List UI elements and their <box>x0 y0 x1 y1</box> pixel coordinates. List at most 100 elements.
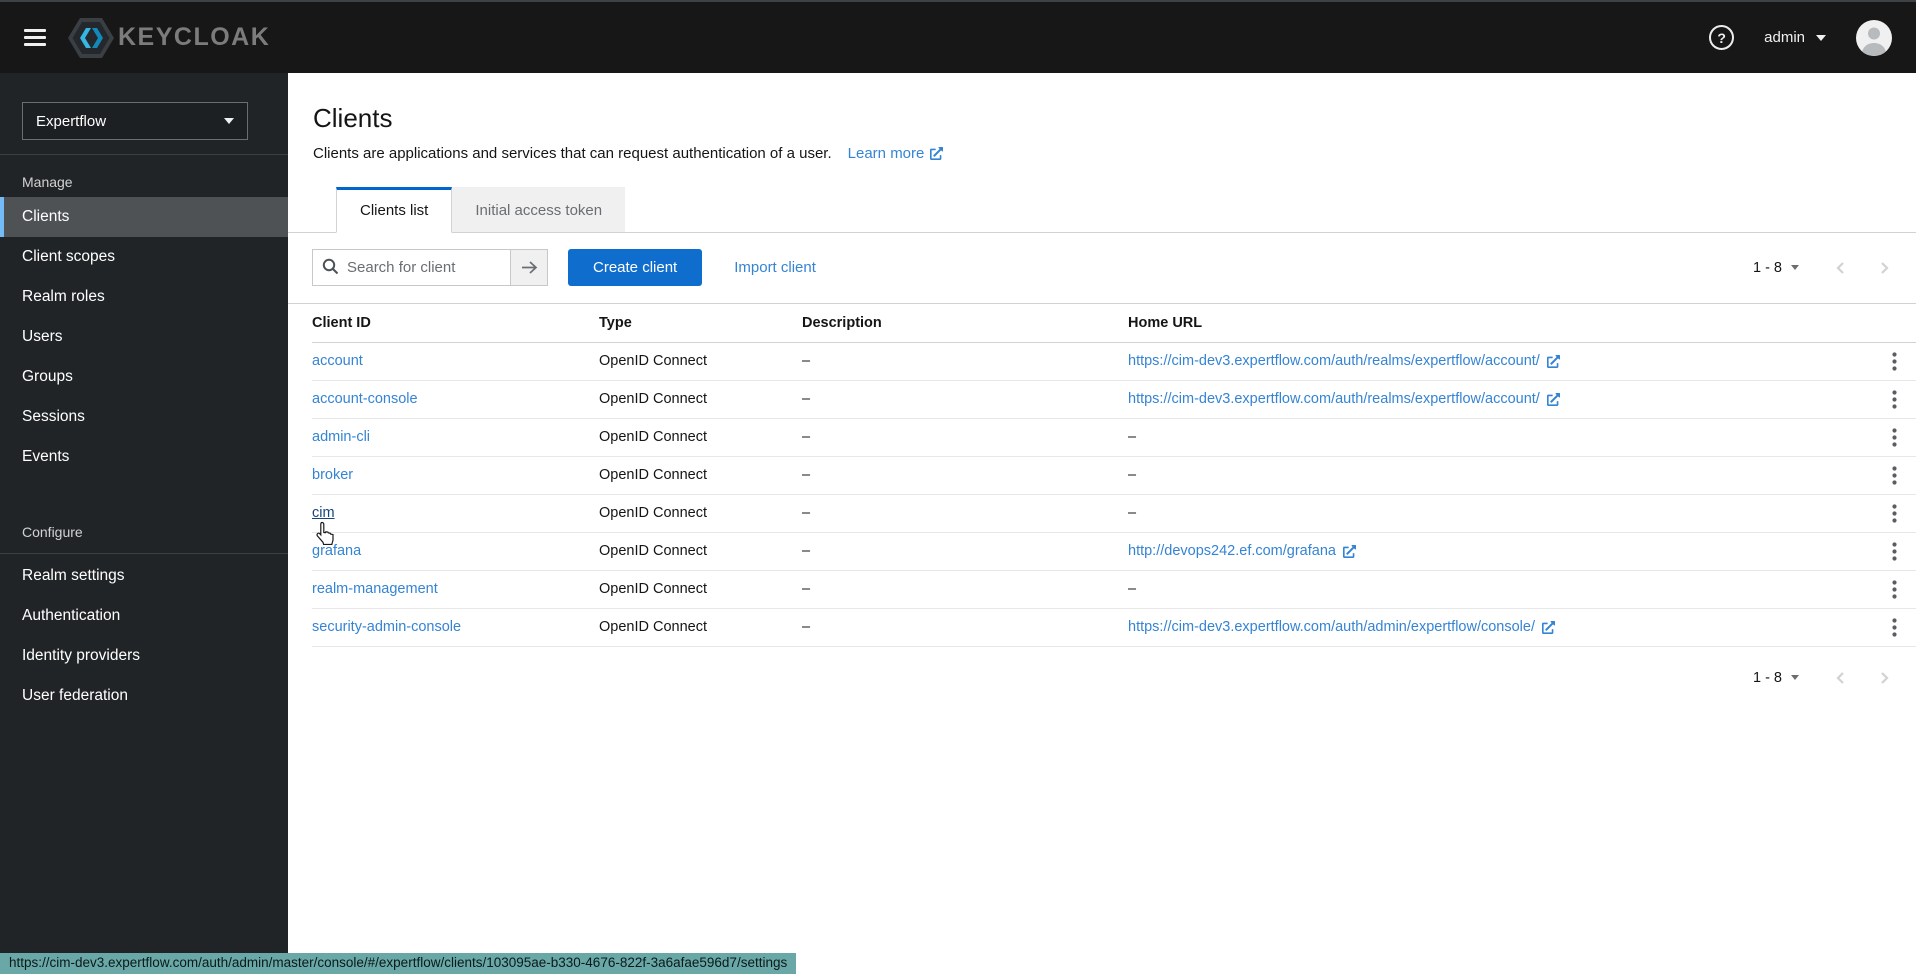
row-actions-kebab-button[interactable] <box>1872 428 1916 447</box>
create-client-button[interactable]: Create client <box>568 249 702 286</box>
kebab-menu-icon <box>1892 352 1897 371</box>
client-description: – <box>802 456 1128 494</box>
search-submit-button[interactable] <box>511 249 548 286</box>
client-description: – <box>802 342 1128 380</box>
client-id-link[interactable]: cim <box>312 505 335 521</box>
chevron-right-icon[interactable] <box>1877 670 1892 686</box>
client-id-link[interactable]: grafana <box>312 543 361 559</box>
search-icon <box>322 258 339 275</box>
sidebar-item-users[interactable]: Users <box>0 317 288 357</box>
external-link-icon <box>1343 545 1356 558</box>
client-type: OpenID Connect <box>599 342 802 380</box>
search-input[interactable] <box>312 249 511 286</box>
table-row: security-admin-console OpenID Connect–htt… <box>312 608 1916 646</box>
table-row: brokerOpenID Connect–– <box>312 456 1916 494</box>
external-link-icon <box>1547 355 1560 368</box>
column-header-actions <box>1872 304 1916 342</box>
client-id-link[interactable]: broker <box>312 467 353 483</box>
client-type: OpenID Connect <box>599 380 802 418</box>
chevron-right-icon[interactable] <box>1877 260 1892 276</box>
client-description: – <box>802 494 1128 532</box>
sidebar-item-events[interactable]: Events <box>0 437 288 477</box>
main-content: Clients Clients are applications and ser… <box>288 73 1916 972</box>
client-description: – <box>802 532 1128 570</box>
masthead: KEYCLOAK ? admin <box>0 0 1916 73</box>
client-type: OpenID Connect <box>599 608 802 646</box>
client-id-link[interactable]: security-admin-console <box>312 619 461 635</box>
row-actions-kebab-button[interactable] <box>1872 504 1916 523</box>
home-url-empty: – <box>1128 494 1872 532</box>
sidebar-item-groups[interactable]: Groups <box>0 357 288 397</box>
pagination-dropdown[interactable]: 1 - 8 <box>1753 670 1799 686</box>
column-header-home-url: Home URL <box>1128 304 1872 342</box>
chevron-left-icon[interactable] <box>1833 670 1848 686</box>
row-actions-kebab-button[interactable] <box>1872 466 1916 485</box>
home-url-empty: – <box>1128 418 1872 456</box>
client-id-link[interactable]: admin-cli <box>312 429 370 445</box>
column-header-client-id: Client ID <box>312 304 599 342</box>
client-id-link[interactable]: account <box>312 353 363 369</box>
caret-down-icon <box>1791 675 1799 680</box>
import-client-link[interactable]: Import client <box>734 259 816 276</box>
table-row: cimOpenID Connect–– <box>312 494 1916 532</box>
toolbar: Create client Import client 1 - 8 <box>288 233 1916 304</box>
kebab-menu-icon <box>1892 580 1897 599</box>
client-description: – <box>802 608 1128 646</box>
row-actions-kebab-button[interactable] <box>1872 352 1916 371</box>
realm-name: Expertflow <box>36 113 106 130</box>
pagination-top: 1 - 8 <box>1753 260 1892 276</box>
kebab-menu-icon <box>1892 466 1897 485</box>
sidebar-item-realm-settings[interactable]: Realm settings <box>0 556 288 596</box>
brand-title: KEYCLOAK <box>118 23 270 52</box>
keycloak-hexagon-icon <box>68 18 114 58</box>
external-link-icon <box>1547 393 1560 406</box>
home-url-empty: – <box>1128 456 1872 494</box>
page-description: Clients are applications and services th… <box>313 145 832 162</box>
column-header-type: Type <box>599 304 802 342</box>
sidebar-item-authentication[interactable]: Authentication <box>0 596 288 636</box>
tab-initial-access-token[interactable]: Initial access token <box>452 187 625 232</box>
sidebar: Expertflow ManageClientsClient scopesRea… <box>0 73 288 972</box>
kebab-menu-icon <box>1892 390 1897 409</box>
tab-clients-list[interactable]: Clients list <box>336 187 452 233</box>
hamburger-menu-icon[interactable] <box>24 29 46 46</box>
avatar[interactable] <box>1856 20 1892 56</box>
client-id-link[interactable]: realm-management <box>312 581 438 597</box>
home-url-link[interactable]: https://cim-dev3.expertflow.com/auth/adm… <box>1128 619 1555 635</box>
caret-down-icon <box>1816 35 1826 41</box>
sidebar-item-clients[interactable]: Clients <box>0 197 288 237</box>
sidebar-item-realm-roles[interactable]: Realm roles <box>0 277 288 317</box>
realm-selector[interactable]: Expertflow <box>22 102 248 140</box>
home-url-link[interactable]: https://cim-dev3.expertflow.com/auth/rea… <box>1128 353 1560 369</box>
row-actions-kebab-button[interactable] <box>1872 618 1916 637</box>
home-url-link[interactable]: http://devops242.ef.com/grafana <box>1128 543 1356 559</box>
sidebar-item-client-scopes[interactable]: Client scopes <box>0 237 288 277</box>
row-actions-kebab-button[interactable] <box>1872 542 1916 561</box>
kebab-menu-icon <box>1892 504 1897 523</box>
row-actions-kebab-button[interactable] <box>1872 390 1916 409</box>
help-icon[interactable]: ? <box>1709 25 1734 50</box>
tabs: Clients listInitial access token <box>288 187 1916 233</box>
kebab-menu-icon <box>1892 542 1897 561</box>
pagination-dropdown[interactable]: 1 - 8 <box>1753 260 1799 276</box>
client-description: – <box>802 380 1128 418</box>
row-actions-kebab-button[interactable] <box>1872 580 1916 599</box>
sidebar-item-user-federation[interactable]: User federation <box>0 676 288 716</box>
column-header-description: Description <box>802 304 1128 342</box>
page-title: Clients <box>313 103 1891 134</box>
sidebar-item-sessions[interactable]: Sessions <box>0 397 288 437</box>
kebab-menu-icon <box>1892 428 1897 447</box>
sidebar-item-identity-providers[interactable]: Identity providers <box>0 636 288 676</box>
table-row: realm-managementOpenID Connect–– <box>312 570 1916 608</box>
client-id-link[interactable]: account-console <box>312 391 418 407</box>
user-name: admin <box>1764 29 1805 46</box>
table-body: accountOpenID Connect–https://cim-dev3.e… <box>312 342 1916 646</box>
table-row: account-console OpenID Connect–https://ci… <box>312 380 1916 418</box>
status-bar-url: https://cim-dev3.expertflow.com/auth/adm… <box>0 953 796 974</box>
home-url-link[interactable]: https://cim-dev3.expertflow.com/auth/rea… <box>1128 391 1560 407</box>
clients-table: Client IDTypeDescriptionHome URL account… <box>312 304 1916 647</box>
user-menu[interactable]: admin <box>1764 29 1826 46</box>
chevron-left-icon[interactable] <box>1833 260 1848 276</box>
client-type: OpenID Connect <box>599 532 802 570</box>
learn-more-link[interactable]: Learn more <box>848 145 944 162</box>
